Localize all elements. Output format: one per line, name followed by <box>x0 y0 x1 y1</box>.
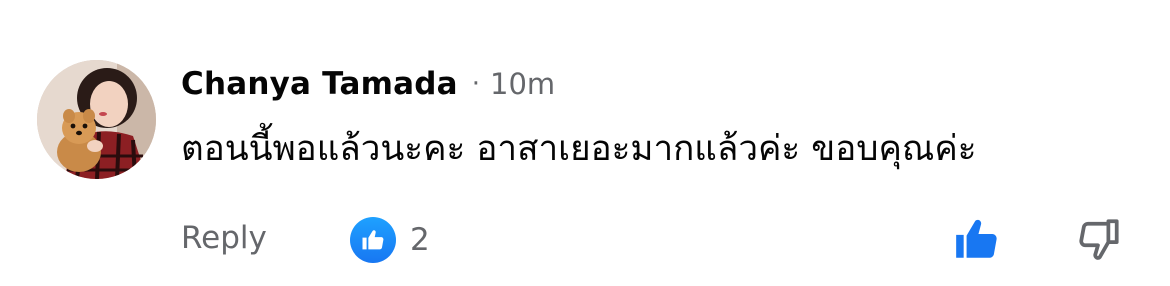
comment-header: Chanya Tamada · 10m <box>181 62 555 106</box>
avatar[interactable] <box>37 60 156 179</box>
like-icon <box>350 217 396 263</box>
comment-actions: Reply 2 <box>181 214 1141 266</box>
avatar-photo <box>37 60 156 179</box>
like-count: 2 <box>410 222 430 258</box>
comment-text: ตอนนี้พอแล้วนะคะ อาสาเยอะมากแล้วค่ะ ขอบค… <box>181 129 977 169</box>
reaction-summary[interactable]: 2 <box>350 217 430 263</box>
author-name[interactable]: Chanya Tamada <box>181 66 458 102</box>
separator-dot: · <box>471 69 480 99</box>
reply-button[interactable]: Reply <box>181 220 267 256</box>
thumbs-down-icon[interactable] <box>1074 214 1124 264</box>
thumbs-up-icon[interactable] <box>952 214 1002 264</box>
comment: Chanya Tamada · 10m ตอนนี้พอแล้วนะคะ อาส… <box>0 0 1170 286</box>
timestamp[interactable]: 10m <box>490 67 555 101</box>
